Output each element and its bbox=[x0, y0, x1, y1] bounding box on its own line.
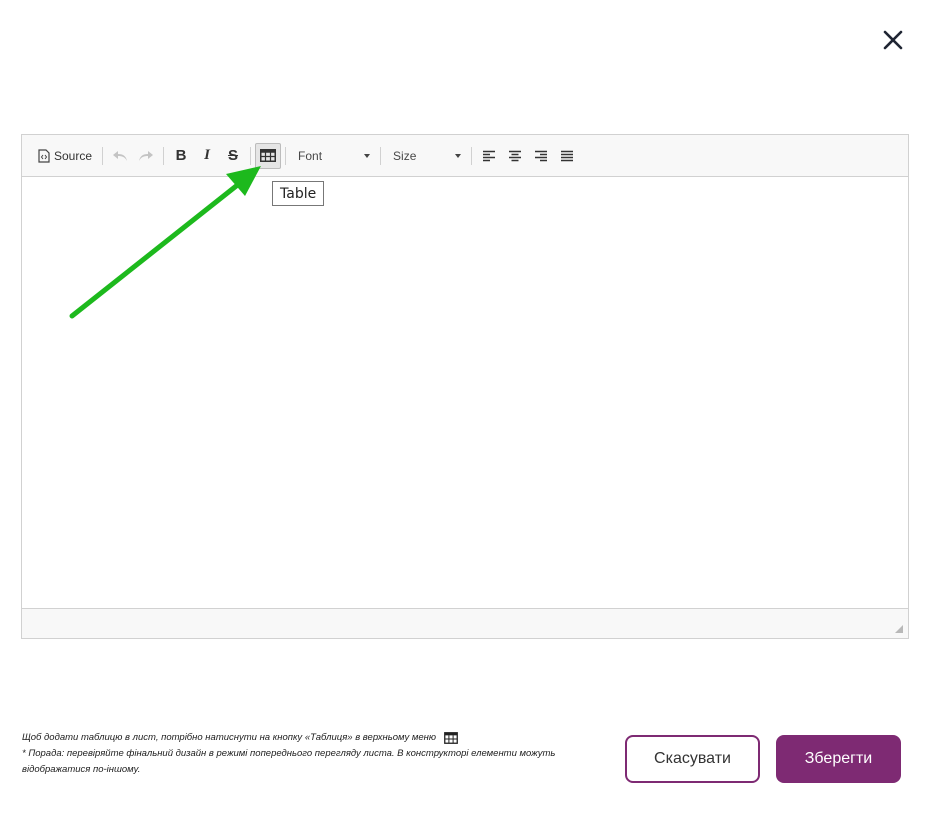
size-dropdown-label: Size bbox=[393, 148, 417, 163]
toolbar-separator bbox=[102, 146, 104, 165]
align-right-button[interactable] bbox=[528, 143, 554, 169]
italic-button[interactable]: I bbox=[194, 143, 220, 169]
table-icon bbox=[444, 732, 458, 744]
align-right-icon bbox=[535, 150, 548, 161]
bold-button[interactable]: B bbox=[168, 143, 194, 169]
toolbar-separator bbox=[163, 146, 165, 165]
font-dropdown[interactable]: Font bbox=[290, 144, 376, 168]
italic-icon: I bbox=[204, 147, 210, 163]
strikethrough-button[interactable]: S bbox=[220, 143, 246, 169]
hint-table-text: Щоб додати таблицю в лист, потрібно нати… bbox=[22, 732, 437, 743]
close-button[interactable] bbox=[878, 25, 908, 55]
cancel-button[interactable]: Скасувати bbox=[625, 735, 760, 783]
hint-preview-tip: * Порада: перевіряйте фінальний дизайн в… bbox=[22, 748, 556, 775]
rich-text-editor: Source B I S Font Size bbox=[21, 134, 909, 639]
editor-status-bar bbox=[22, 608, 908, 638]
source-label: Source bbox=[54, 148, 93, 163]
redo-icon bbox=[139, 150, 154, 161]
bold-icon: B bbox=[175, 147, 187, 164]
table-button[interactable] bbox=[255, 142, 282, 169]
save-button[interactable]: Зберегти bbox=[776, 735, 901, 783]
toolbar-separator bbox=[285, 146, 287, 165]
chevron-down-icon bbox=[455, 153, 462, 158]
font-dropdown-label: Font bbox=[298, 148, 323, 163]
editor-modal: Source B I S Font Size Table Щоб додати … bbox=[0, 0, 929, 816]
chevron-down-icon bbox=[364, 153, 371, 158]
table-tooltip: Table bbox=[272, 181, 325, 206]
strikethrough-icon: S bbox=[228, 147, 239, 164]
size-dropdown[interactable]: Size bbox=[385, 144, 467, 168]
align-left-button[interactable] bbox=[476, 143, 502, 169]
justify-icon bbox=[561, 150, 574, 161]
resize-handle-icon[interactable] bbox=[894, 624, 904, 634]
undo-icon bbox=[113, 150, 128, 161]
toolbar-separator bbox=[471, 146, 473, 165]
toolbar-separator bbox=[380, 146, 382, 165]
hint-table: Щоб додати таблицю в лист, потрібно нати… bbox=[22, 730, 612, 746]
undo-button[interactable] bbox=[107, 143, 133, 169]
toolbar-separator bbox=[250, 146, 252, 165]
editor-toolbar: Source B I S Font Size bbox=[22, 135, 908, 177]
align-center-button[interactable] bbox=[502, 143, 528, 169]
justify-button[interactable] bbox=[554, 143, 580, 169]
align-center-icon bbox=[509, 150, 522, 161]
source-icon bbox=[38, 148, 50, 163]
redo-button[interactable] bbox=[133, 143, 159, 169]
editor-content-area[interactable] bbox=[22, 177, 908, 609]
close-icon bbox=[883, 30, 903, 50]
align-left-icon bbox=[483, 150, 496, 161]
editor-hints: Щоб додати таблицю в лист, потрібно нати… bbox=[22, 730, 612, 778]
table-icon bbox=[260, 149, 277, 162]
source-button[interactable]: Source bbox=[32, 143, 98, 169]
